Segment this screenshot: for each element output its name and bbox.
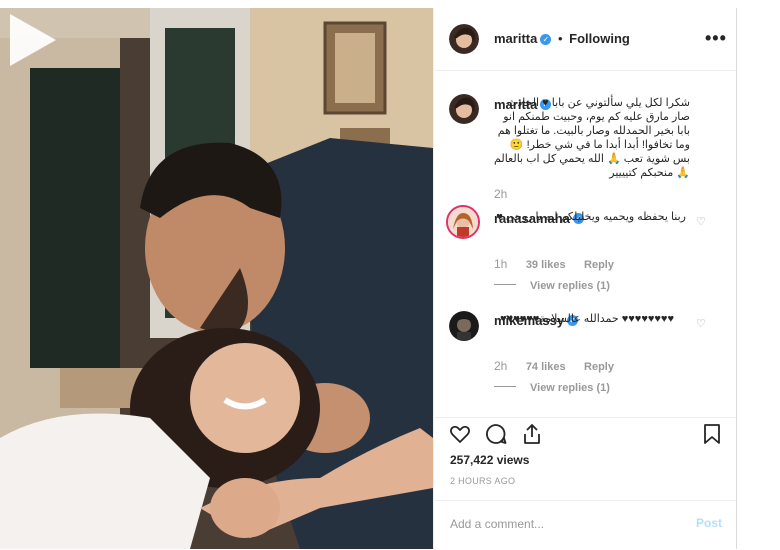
comment-meta: 2h 74 likes Reply	[494, 357, 614, 375]
replies-divider	[494, 386, 516, 388]
comment-body: ♥♥♥♥♥♥♥♥ حمدالله عالسلامة♥♥♥♥♥♥	[500, 313, 674, 325]
view-replies-row[interactable]: View replies (1)	[494, 276, 610, 294]
play-icon[interactable]	[0, 8, 64, 72]
like-comment-heart-icon[interactable]: ♡	[696, 317, 706, 330]
replies-divider	[494, 284, 516, 286]
view-replies-link[interactable]: View replies (1)	[530, 382, 610, 394]
comment-time[interactable]: 1h	[494, 257, 507, 271]
comment-composer: Post	[434, 500, 736, 550]
reply-button[interactable]: Reply	[584, 259, 614, 271]
caption-avatar[interactable]	[449, 94, 479, 124]
comment-meta: 1h 39 likes Reply	[494, 255, 614, 273]
verified-badge-icon: ✓	[540, 34, 552, 46]
bookmark-icon[interactable]	[700, 422, 724, 446]
post-header: maritta ✓ • Following •••	[434, 8, 736, 71]
comment-text: ♥♥♥♥♥♥♥♥ حمدالله عالسلامة♥♥♥♥♥♥	[494, 312, 674, 326]
comment-avatar-mikemassy[interactable]	[449, 311, 479, 341]
following-button[interactable]: Following	[569, 31, 630, 46]
comment-likes[interactable]: 74 likes	[526, 361, 566, 373]
view-replies-link[interactable]: View replies (1)	[530, 280, 610, 292]
comment-bubble-icon[interactable]	[484, 422, 508, 446]
add-comment-input[interactable]	[448, 516, 672, 532]
post-video[interactable]	[0, 8, 433, 549]
separator-dot: •	[557, 31, 563, 46]
post-caption: شكرا لكل يلي سألتوني عن بابا ♥ الحادث صا…	[494, 96, 690, 180]
caption-time[interactable]: 2h	[494, 187, 507, 201]
post-time-ago[interactable]: 2 HOURS AGO	[450, 476, 515, 486]
more-options-icon[interactable]: •••	[705, 28, 727, 49]
like-heart-icon[interactable]	[448, 422, 472, 446]
caption-text: شكرا لكل يلي سألتوني عن بابا ♥ الحادث صا…	[494, 97, 690, 179]
comment-avatar-ranasamaha[interactable]	[446, 205, 480, 239]
view-replies-row[interactable]: View replies (1)	[494, 378, 610, 396]
share-icon[interactable]	[520, 422, 544, 446]
author-username[interactable]: maritta	[494, 31, 537, 46]
comment-body: ربنا يحفظه ويحميه ويخليلكم ليه يا روحي ♥	[496, 211, 686, 223]
post-side-panel: maritta ✓ • Following ••• maritta ✓ شكرا ل…	[433, 8, 737, 549]
reply-button[interactable]: Reply	[584, 361, 614, 373]
post-comment-button[interactable]: Post	[696, 516, 722, 530]
header-user-line: maritta ✓ • Following	[494, 31, 630, 46]
comment-time[interactable]: 2h	[494, 359, 507, 373]
like-comment-heart-icon[interactable]: ♡	[696, 215, 706, 228]
comment-text: ربنا يحفظه ويحميه ويخليلكم ليه يا روحي ♥	[494, 210, 686, 224]
comment-likes[interactable]: 39 likes	[526, 259, 566, 271]
video-frame	[0, 8, 433, 549]
view-count[interactable]: 257,422 views	[450, 453, 529, 467]
author-avatar[interactable]	[449, 24, 479, 54]
